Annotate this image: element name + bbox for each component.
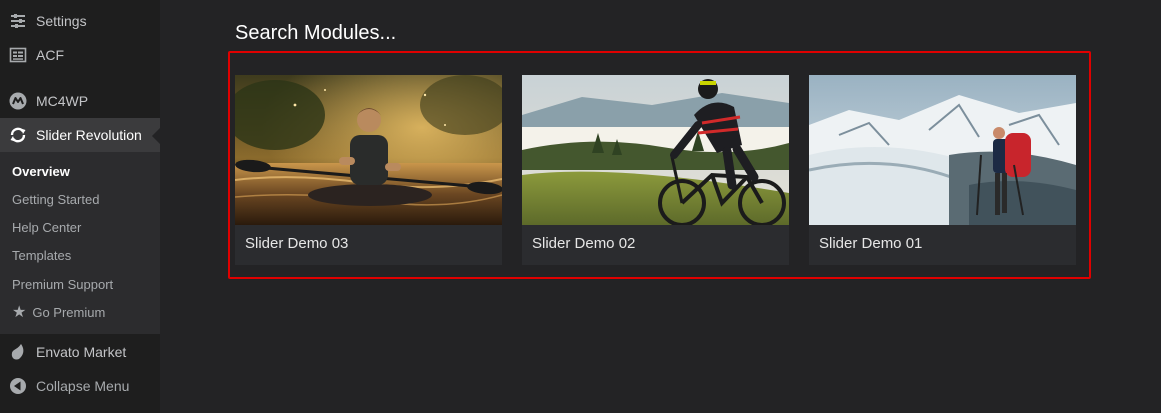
star-icon: ★ — [12, 304, 27, 321]
kayaker-at-sunset-image — [235, 75, 502, 225]
sidebar-item-acf[interactable]: ACF — [0, 38, 160, 72]
sidebar-item-mc4wp[interactable]: MC4WP — [0, 84, 160, 118]
submenu-item-go-premium[interactable]: ★ Go Premium — [12, 303, 105, 323]
page-title: Search Modules... — [235, 22, 397, 44]
slider-revolution-icon — [8, 125, 28, 145]
settings-icon — [8, 11, 28, 31]
submenu-item-templates[interactable]: Templates — [12, 246, 71, 266]
sidebar-item-label: MC4WP — [36, 93, 89, 109]
sidebar-item-label: Envato Market — [36, 344, 127, 360]
module-title: Slider Demo 02 — [532, 235, 636, 252]
sidebar-item-label: Settings — [36, 13, 87, 29]
admin-sidebar: Settings ACF MC4WP Slider Revolution Ove… — [0, 0, 160, 413]
slider-revolution-submenu: Overview Getting Started Help Center Tem… — [0, 152, 160, 334]
collapse-menu-button[interactable]: Collapse Menu — [0, 369, 160, 403]
sidebar-item-slider-revolution[interactable]: Slider Revolution — [0, 118, 160, 152]
submenu-item-label: Go Premium — [32, 305, 106, 320]
submenu-item-overview[interactable]: Overview — [12, 162, 70, 182]
sidebar-item-label: Slider Revolution — [36, 127, 142, 143]
module-card[interactable]: Slider Demo 02 — [522, 75, 789, 265]
sidebar-item-label: Collapse Menu — [36, 378, 130, 394]
snowy-mountain-hiker-image — [809, 75, 1076, 225]
envato-leaf-icon — [8, 342, 28, 362]
submenu-item-premium-support[interactable]: Premium Support — [12, 275, 113, 295]
module-card[interactable]: Slider Demo 03 — [235, 75, 502, 265]
acf-icon — [8, 45, 28, 65]
module-title: Slider Demo 03 — [245, 235, 349, 252]
submenu-item-help-center[interactable]: Help Center — [12, 218, 81, 238]
module-title: Slider Demo 01 — [819, 235, 923, 252]
sidebar-item-label: ACF — [36, 47, 64, 63]
sidebar-item-settings[interactable]: Settings — [0, 4, 160, 38]
mountain-cyclist-image — [522, 75, 789, 225]
mc4wp-icon — [8, 91, 28, 111]
submenu-item-getting-started[interactable]: Getting Started — [12, 190, 99, 210]
collapse-arrow-icon — [8, 376, 28, 396]
sidebar-item-envato-market[interactable]: Envato Market — [0, 335, 160, 369]
module-card[interactable]: Slider Demo 01 — [809, 75, 1076, 265]
